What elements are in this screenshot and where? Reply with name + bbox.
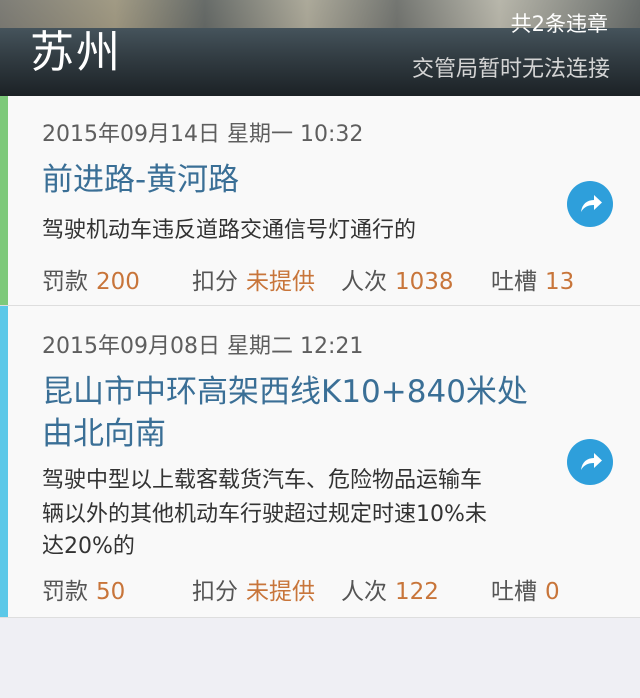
violation-count: 共2条违章 <box>510 12 608 36</box>
points-label: 扣分 <box>192 579 238 605</box>
points-value: 未提供 <box>246 579 315 605</box>
violation-location[interactable]: 前进路-黄河路 <box>42 158 572 202</box>
violation-card[interactable]: 2015年09月14日 星期一 10:32 前进路-黄河路 驾驶机动车违反道路交… <box>0 96 640 306</box>
visits-info: 人次 122 <box>341 572 439 606</box>
share-arrow-icon <box>581 195 602 212</box>
violation-card[interactable]: 2015年09月08日 星期二 12:21 昆山市中环高架西线K10+840米处… <box>0 306 640 618</box>
points-value: 未提供 <box>246 269 315 295</box>
fine-value: 200 <box>96 269 140 295</box>
violation-description-line2: 辆以外的其他机动车行驶超过规定时速10%未 <box>42 502 487 527</box>
points-info: 扣分 未提供 <box>192 572 315 606</box>
comments-value: 0 <box>545 579 560 605</box>
visits-value: 1038 <box>395 269 454 295</box>
violation-description-line3: 达20%的 <box>42 534 135 559</box>
comments-label: 吐槽 <box>491 269 537 295</box>
fine-info: 罚款 200 <box>42 262 140 296</box>
comments-info[interactable]: 吐槽 13 <box>491 262 574 296</box>
violation-location-line1[interactable]: 昆山市中环高架西线K10+840米处 <box>42 370 572 414</box>
fine-info: 罚款 50 <box>42 572 125 606</box>
empty-background <box>0 618 640 698</box>
visits-info: 人次 1038 <box>341 262 454 296</box>
fine-label: 罚款 <box>42 269 88 295</box>
violation-description: 驾驶机动车违反道路交通信号灯通行的 <box>42 218 417 243</box>
comments-label: 吐槽 <box>491 579 537 605</box>
points-label: 扣分 <box>192 269 238 295</box>
fine-label: 罚款 <box>42 579 88 605</box>
city-header: 苏州 共2条违章 交管局暂时无法连接 <box>0 0 640 96</box>
city-name[interactable]: 苏州 <box>30 16 122 80</box>
visits-label: 人次 <box>341 269 387 295</box>
violation-datetime: 2015年09月08日 星期二 12:21 <box>42 334 364 359</box>
share-button[interactable] <box>567 439 613 485</box>
comments-info[interactable]: 吐槽 0 <box>491 572 560 606</box>
card-accent-bar <box>0 306 8 617</box>
card-accent-bar <box>0 96 8 305</box>
violation-description-line1: 驾驶中型以上载客载货汽车、危险物品运输车 <box>42 468 483 493</box>
violation-location-line2[interactable]: 由北向南 <box>42 412 572 456</box>
visits-label: 人次 <box>341 579 387 605</box>
comments-value: 13 <box>545 269 575 295</box>
share-button[interactable] <box>567 181 613 227</box>
fine-value: 50 <box>96 579 126 605</box>
visits-value: 122 <box>395 579 439 605</box>
points-info: 扣分 未提供 <box>192 262 315 296</box>
violation-datetime: 2015年09月14日 星期一 10:32 <box>42 122 364 147</box>
share-arrow-icon <box>581 453 602 470</box>
connection-status: 交管局暂时无法连接 <box>411 57 610 82</box>
